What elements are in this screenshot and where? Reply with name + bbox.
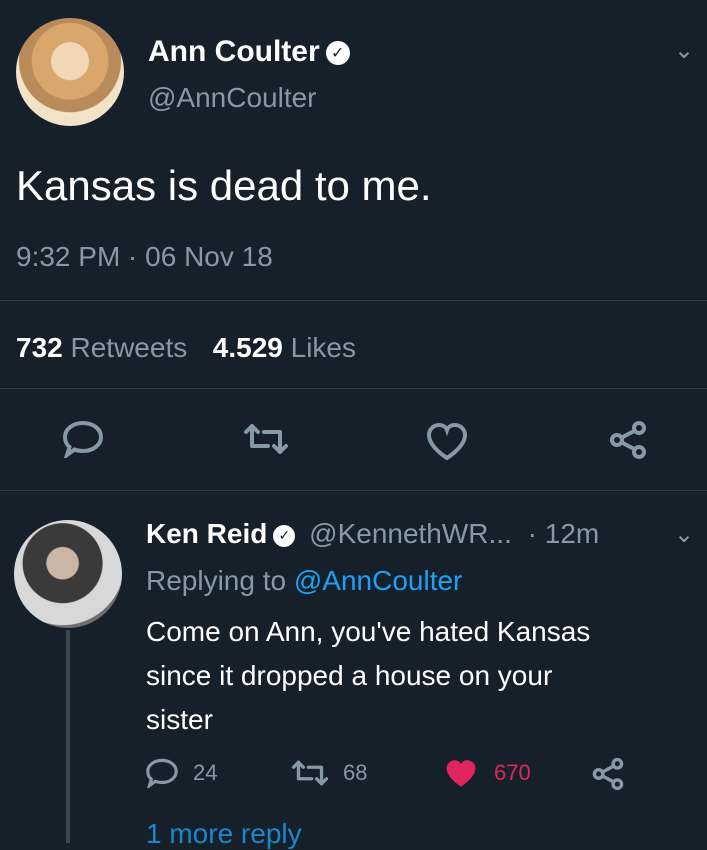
reply-handle[interactable]: @KennethWR... [309, 518, 512, 549]
divider [0, 388, 707, 389]
display-name[interactable]: Ken Reid [146, 518, 267, 549]
tweet-timestamp[interactable]: 9:32 PM · 06 Nov 18 [16, 241, 273, 273]
retweet-icon[interactable] [242, 422, 290, 456]
thread-line [66, 630, 70, 843]
reply-icon[interactable] [62, 420, 104, 458]
verified-icon: ✓ [273, 524, 296, 547]
retweets-count: 732 [16, 332, 63, 363]
heart-icon[interactable] [443, 757, 479, 789]
chevron-down-icon[interactable]: ⌄ [674, 36, 694, 65]
reply-text-line: Come on Ann, you've hated Kansas [146, 616, 591, 647]
reply-header: Ken Reid ✓ @KennethWR... · 12m [146, 518, 599, 550]
more-replies-link[interactable]: 1 more reply [146, 818, 302, 850]
heart-icon[interactable] [425, 421, 469, 461]
tweet-text: Kansas is dead to me. [16, 162, 432, 209]
share-icon[interactable] [591, 757, 625, 791]
replying-to: Replying to @AnnCoulter [146, 565, 462, 597]
retweet-icon[interactable] [290, 759, 330, 787]
likes-count: 4.529 [212, 332, 283, 363]
tweet-author-name[interactable]: Ann Coulter ✓ [148, 35, 350, 69]
replying-to-link[interactable]: @AnnCoulter [294, 565, 463, 596]
share-icon[interactable] [608, 420, 648, 460]
verified-icon: ✓ [325, 41, 350, 66]
tweet-stats: 732 Retweets 4.529 Likes [16, 332, 356, 364]
chevron-down-icon[interactable]: ⌄ [674, 520, 694, 549]
divider [0, 490, 707, 491]
reply-icon[interactable] [145, 758, 179, 788]
reply-text: Come on Ann, you've hated Kansas since i… [146, 610, 590, 742]
display-name[interactable]: Ann Coulter [148, 35, 320, 68]
tweet-author-handle[interactable]: @AnnCoulter [148, 82, 317, 114]
retweets-label[interactable]: Retweets [71, 332, 188, 363]
replying-prefix: Replying to [146, 565, 287, 596]
avatar[interactable] [16, 18, 124, 126]
reply-text-line: since it dropped a house on your [146, 660, 553, 691]
retweet-count: 68 [343, 760, 368, 785]
reply-count: 24 [193, 760, 218, 785]
reply-text-line: sister [146, 704, 213, 735]
divider [0, 300, 707, 301]
like-count: 670 [494, 760, 531, 785]
likes-label[interactable]: Likes [291, 332, 356, 363]
avatar[interactable] [14, 520, 122, 628]
reply-time[interactable]: · 12m [528, 518, 600, 549]
